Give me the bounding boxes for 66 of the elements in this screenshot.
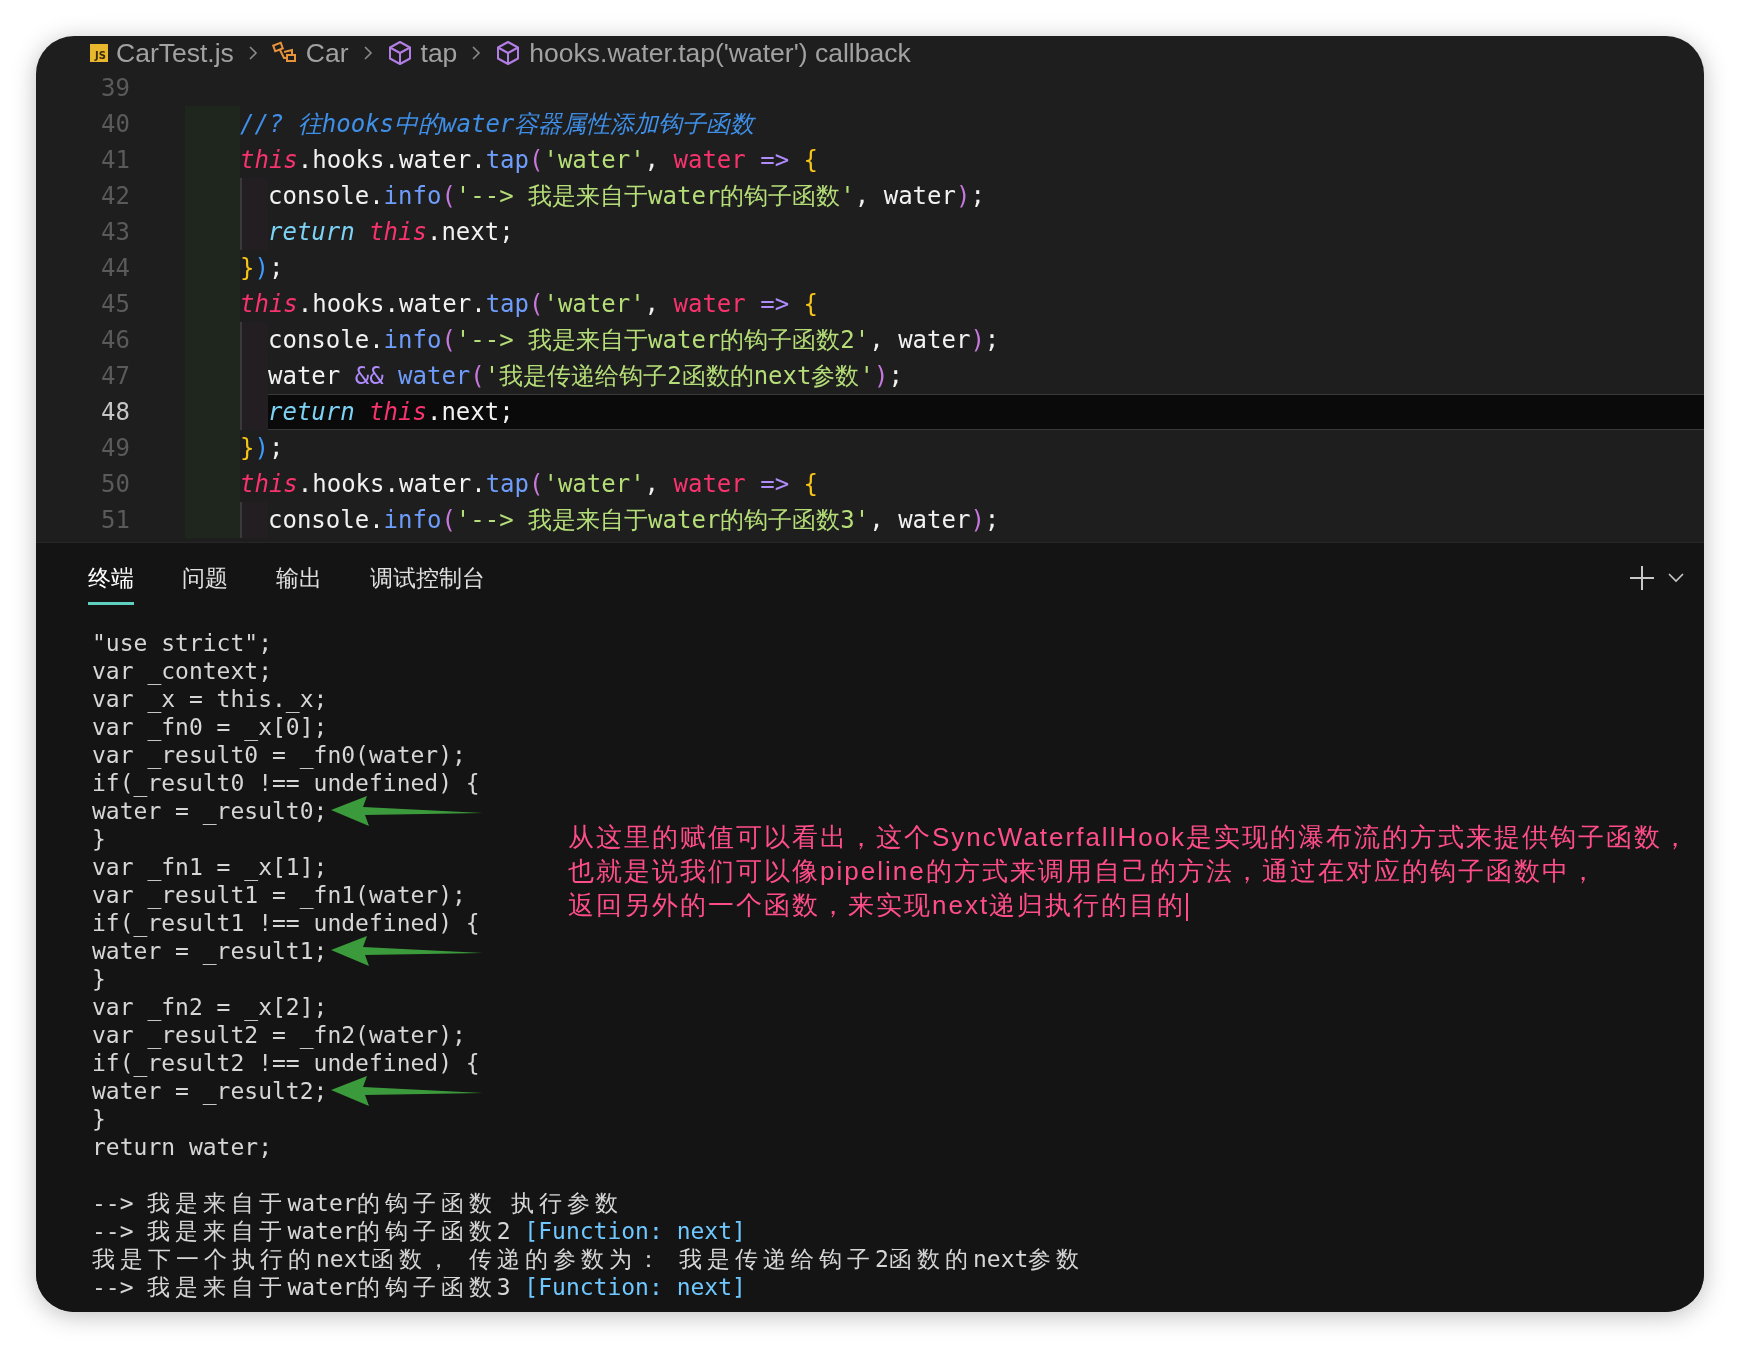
code-line: console.info('--> 我是来自于water的钩子函数2', water); bbox=[240, 322, 1704, 358]
line-number: 41 bbox=[100, 146, 130, 174]
line-number: 50 bbox=[100, 470, 130, 498]
js-file-icon: JS bbox=[90, 44, 108, 62]
code-line: this.hooks.water.tap('water', water => { bbox=[240, 469, 819, 500]
code-line: this.hooks.water.tap('water', water => { bbox=[240, 289, 819, 320]
breadcrumb-item[interactable]: CarTest.js bbox=[116, 37, 234, 69]
terminal-line: water = _result0; bbox=[92, 797, 328, 825]
annotation-text: 返回另外的一个函数，来实现next递归执行的目的 bbox=[568, 890, 1186, 920]
terminal-line: if(_result0 !== undefined) { bbox=[92, 769, 480, 797]
add-terminal-button[interactable] bbox=[1628, 564, 1656, 592]
terminal-line: } bbox=[92, 825, 106, 853]
terminal-line: water = _result2; bbox=[92, 1077, 328, 1105]
terminal-line: } bbox=[92, 965, 106, 993]
code-line: }); bbox=[240, 253, 285, 284]
terminal-line: var _context; bbox=[92, 657, 272, 685]
terminal-line: water = _result1; bbox=[92, 937, 328, 965]
text-cursor bbox=[1186, 893, 1189, 922]
terminal-line: var _fn0 = _x[0]; bbox=[92, 713, 328, 741]
panel-tab[interactable]: 调试控制台 bbox=[370, 551, 485, 605]
chevron-right-icon bbox=[362, 45, 373, 61]
code-line: console.info('--> 我是来自于water的钩子函数', water); bbox=[240, 178, 1704, 214]
code-line: //? 往hooks中的water容器属性添加钩子函数 bbox=[240, 109, 757, 140]
dropdown-button[interactable] bbox=[1668, 573, 1684, 583]
terminal-line: var _x = this._x; bbox=[92, 685, 328, 713]
line-number: 47 bbox=[100, 362, 130, 390]
annotation-text: 从这里的赋值可以看出，这个SyncWaterfallHook是实现的瀑布流的方式来提供钩子函数， bbox=[568, 822, 1691, 852]
code-line: console.info('--> 我是来自于water的钩子函数3', water); bbox=[240, 502, 1704, 538]
line-number: 42 bbox=[100, 182, 130, 210]
panel-tab[interactable]: 输出 bbox=[276, 551, 322, 605]
code-line: this.hooks.water.tap('water', water => { bbox=[240, 145, 819, 176]
terminal-line: var _result0 = _fn0(water); bbox=[92, 741, 466, 769]
terminal-line: return water; bbox=[92, 1133, 272, 1161]
cube-icon bbox=[386, 40, 413, 66]
chevron-right-icon bbox=[471, 45, 482, 61]
line-number: 48 bbox=[100, 398, 130, 426]
terminal-line: var _result2 = _fn2(water); bbox=[92, 1021, 466, 1049]
terminal-line: "use strict"; bbox=[92, 629, 272, 657]
code-line: }); bbox=[240, 433, 285, 464]
code-line: water && water('我是传递给钩子2函数的next参数'); bbox=[240, 358, 1704, 394]
breadcrumb-item[interactable]: hooks.water.tap('water') callback bbox=[529, 37, 911, 69]
line-number: 45 bbox=[100, 290, 130, 318]
chevron-right-icon bbox=[247, 45, 258, 61]
line-number: 51 bbox=[100, 506, 130, 534]
line-number: 46 bbox=[100, 326, 130, 354]
code-line: return this.next; bbox=[240, 214, 1704, 250]
line-number: 44 bbox=[100, 254, 130, 282]
cube-icon bbox=[495, 40, 522, 66]
breadcrumb-item[interactable]: Car bbox=[305, 37, 349, 69]
panel-tab[interactable]: 问题 bbox=[182, 551, 228, 605]
terminal-line: var _result1 = _fn1(water); bbox=[92, 881, 466, 909]
breadcrumb-item[interactable]: tap bbox=[420, 37, 458, 69]
line-number: 49 bbox=[100, 434, 130, 462]
terminal-line: var _fn1 = _x[1]; bbox=[92, 853, 328, 881]
panel-tab[interactable]: 终端 bbox=[88, 551, 134, 605]
line-number: 40 bbox=[100, 110, 130, 138]
terminal-line: var _fn2 = _x[2]; bbox=[92, 993, 328, 1021]
annotation-text: 也就是说我们可以像pipeline的方式来调用自己的方法，通过在对应的钩子函数中， bbox=[568, 856, 1598, 886]
line-number: 39 bbox=[100, 74, 130, 102]
terminal-line: if(_result2 !== undefined) { bbox=[92, 1049, 480, 1077]
terminal-line: } bbox=[92, 1105, 106, 1133]
chevron-down-icon bbox=[1668, 573, 1684, 583]
plus-icon bbox=[1628, 564, 1656, 592]
line-number: 43 bbox=[100, 218, 130, 246]
indent-highlight bbox=[185, 502, 240, 538]
terminal-line: if(_result1 !== undefined) { bbox=[92, 909, 480, 937]
